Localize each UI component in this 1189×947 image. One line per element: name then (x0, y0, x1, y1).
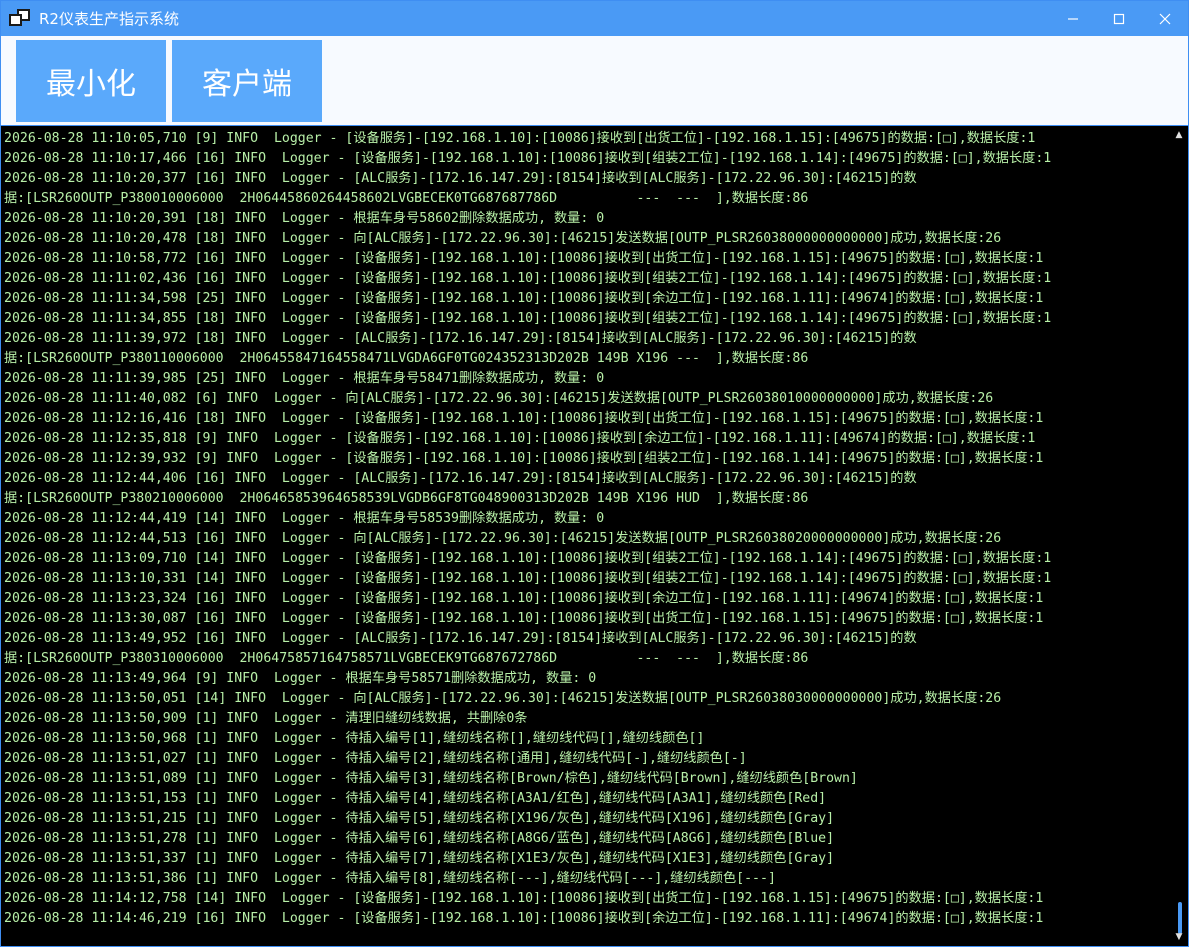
log-line: 2026-08-28 11:11:40,082 [6] INFO Logger … (4, 391, 994, 406)
log-line: 据:[LSR260OUTP_P380110006000 2H0645584716… (4, 351, 809, 366)
log-line: 2026-08-28 11:13:49,952 [16] INFO Logger… (4, 631, 917, 646)
minimize-button[interactable]: 最小化 (16, 40, 166, 122)
log-line: 2026-08-28 11:13:51,215 [1] INFO Logger … (4, 811, 835, 826)
log-line: 2026-08-28 11:11:02,436 [16] INFO Logger… (4, 271, 1052, 286)
log-line: 2026-08-28 11:14:46,219 [16] INFO Logger… (4, 911, 1044, 926)
window-minimize-icon (1068, 17, 1078, 20)
log-line: 2026-08-28 11:13:51,337 [1] INFO Logger … (4, 851, 835, 866)
log-line: 2026-08-28 11:13:50,909 [1] INFO Logger … (4, 711, 528, 726)
log-line: 2026-08-28 11:13:09,710 [14] INFO Logger… (4, 551, 1052, 566)
log-line: 2026-08-28 11:12:35,818 [9] INFO Logger … (4, 431, 1036, 446)
log-line: 2026-08-28 11:12:44,513 [16] INFO Logger… (4, 531, 1002, 546)
title-bar[interactable]: R2仪表生产指示系统 (1, 1, 1188, 36)
log-line: 2026-08-28 11:11:34,598 [25] INFO Logger… (4, 291, 1044, 306)
window-maximize-icon (1113, 13, 1125, 24)
client-button[interactable]: 客户端 (172, 40, 322, 122)
log-line: 2026-08-28 11:13:50,051 [14] INFO Logger… (4, 691, 1002, 706)
log-line: 2026-08-28 11:13:30,087 [16] INFO Logger… (4, 611, 1044, 626)
log-line: 2026-08-28 11:14:12,758 [14] INFO Logger… (4, 891, 1044, 906)
log-line: 2026-08-28 11:13:51,153 [1] INFO Logger … (4, 791, 827, 806)
log-line: 2026-08-28 11:13:51,278 [1] INFO Logger … (4, 831, 835, 846)
log-line: 2026-08-28 11:12:44,419 [14] INFO Logger… (4, 511, 605, 526)
log-line: 2026-08-28 11:13:50,968 [1] INFO Logger … (4, 731, 705, 746)
log-line: 2026-08-28 11:10:20,391 [18] INFO Logger… (4, 211, 605, 226)
scroll-up-arrow-icon[interactable]: ▲ (1174, 130, 1184, 140)
log-line: 据:[LSR260OUTP_P380310006000 2H0647585716… (4, 651, 809, 666)
log-line: 2026-08-28 11:12:16,416 [18] INFO Logger… (4, 411, 1044, 426)
window-close-button[interactable] (1142, 1, 1188, 36)
log-line: 2026-08-28 11:10:05,710 [9] INFO Logger … (4, 131, 1036, 146)
log-line: 2026-08-28 11:11:34,855 [18] INFO Logger… (4, 311, 1052, 326)
log-scrollbar[interactable]: ▲ ▼ (1170, 126, 1188, 946)
main-window: R2仪表生产指示系统 最小化 客户端 2026-08-28 11:10:05,7… (0, 0, 1189, 947)
log-line: 2026-08-28 11:13:23,324 [16] INFO Logger… (4, 591, 1044, 606)
log-line: 2026-08-28 11:13:51,027 [1] INFO Logger … (4, 751, 747, 766)
log-line: 2026-08-28 11:13:51,386 [1] INFO Logger … (4, 871, 776, 886)
log-line: 2026-08-28 11:11:39,972 [18] INFO Logger… (4, 331, 917, 346)
window-maximize-button[interactable] (1096, 1, 1142, 36)
log-line: 2026-08-28 11:10:20,478 [18] INFO Logger… (4, 231, 1002, 246)
toolbar: 最小化 客户端 (1, 36, 1188, 126)
log-line: 据:[LSR260OUTP_P380210006000 2H0646585396… (4, 491, 809, 506)
app-window-icon (9, 8, 31, 30)
log-line: 2026-08-28 11:10:58,772 [16] INFO Logger… (4, 251, 1044, 266)
window-minimize-button[interactable] (1050, 1, 1096, 36)
log-line: 2026-08-28 11:12:44,406 [16] INFO Logger… (4, 471, 917, 486)
log-line: 2026-08-28 11:10:20,377 [16] INFO Logger… (4, 171, 917, 186)
scroll-down-arrow-icon[interactable]: ▼ (1174, 932, 1184, 942)
scroll-thumb[interactable] (1178, 902, 1182, 934)
log-line: 2026-08-28 11:10:17,466 [16] INFO Logger… (4, 151, 1052, 166)
log-line: 2026-08-28 11:12:39,932 [9] INFO Logger … (4, 451, 1044, 466)
log-line: 据:[LSR260OUTP_P380010006000 2H0644586026… (4, 191, 809, 206)
log-line: 2026-08-28 11:13:51,089 [1] INFO Logger … (4, 771, 858, 786)
log-lines: 2026-08-28 11:10:05,710 [9] INFO Logger … (4, 129, 1166, 929)
log-textbox[interactable]: 2026-08-28 11:10:05,710 [9] INFO Logger … (1, 126, 1188, 946)
window-title: R2仪表生产指示系统 (39, 10, 179, 28)
log-line: 2026-08-28 11:13:49,964 [9] INFO Logger … (4, 671, 597, 686)
window-close-icon (1159, 13, 1171, 24)
log-line: 2026-08-28 11:13:10,331 [14] INFO Logger… (4, 571, 1052, 586)
log-line: 2026-08-28 11:11:39,985 [25] INFO Logger… (4, 371, 605, 386)
